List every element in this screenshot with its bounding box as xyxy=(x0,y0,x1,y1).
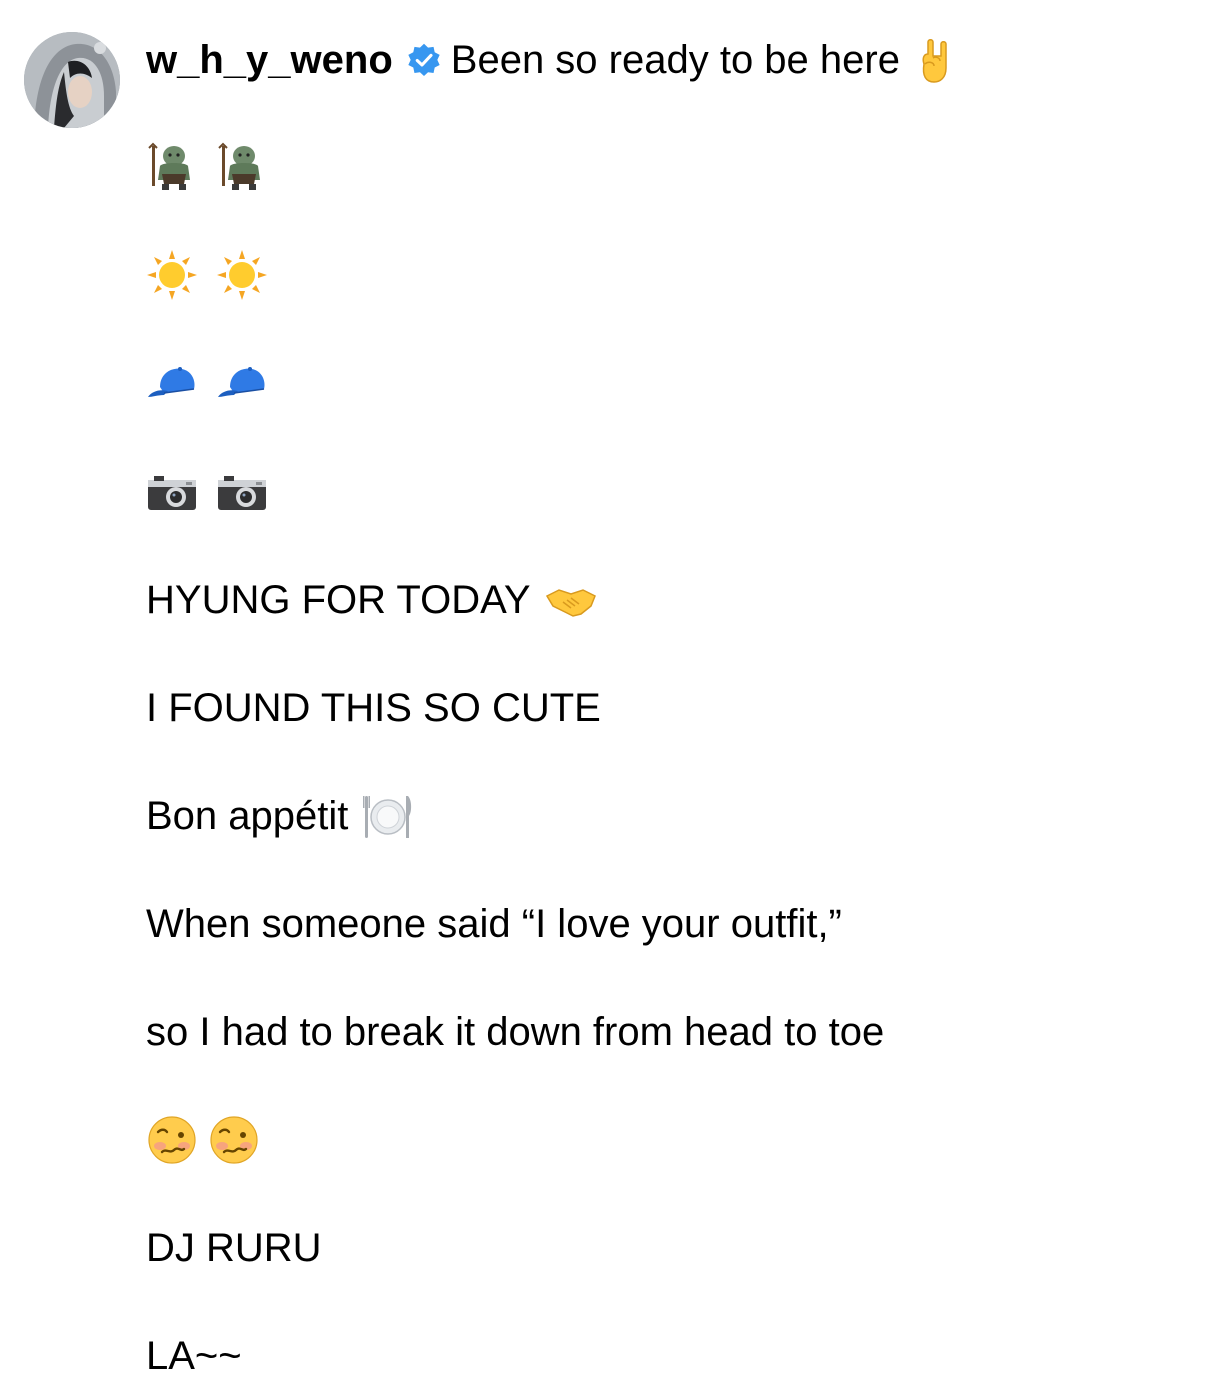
caption-text-when: When someone said “I love your outfit,” xyxy=(146,901,842,946)
woozy-emoji-line xyxy=(146,1110,278,1170)
camera-emoji-line xyxy=(146,462,286,522)
sun-emoji xyxy=(216,249,268,301)
avatar-photo xyxy=(24,32,120,128)
camera-emoji xyxy=(216,466,268,518)
troll-emoji xyxy=(146,140,198,192)
handshake-emoji xyxy=(545,574,597,626)
caption-line-hyung: HYUNG FOR TODAY xyxy=(146,570,597,630)
sign-of-the-horns-emoji xyxy=(910,34,962,86)
username-link[interactable]: w_h_y_weno xyxy=(146,38,393,83)
caption-text-hyung: HYUNG FOR TODAY xyxy=(146,577,531,622)
caption-text-so: so I had to break it down from head to t… xyxy=(146,1009,885,1054)
caption-first-text: Been so ready to be here xyxy=(450,37,900,82)
caption-text-dj: DJ RURU xyxy=(146,1225,322,1270)
caption-text-found: I FOUND THIS SO CUTE xyxy=(146,685,601,730)
woozy-face-emoji xyxy=(146,1114,198,1166)
caption-text-bon: Bon appétit xyxy=(146,793,349,838)
woozy-face-emoji xyxy=(208,1114,260,1166)
caption-first-line: w_h_y_weno Been so ready to be here xyxy=(146,30,962,90)
caption-text-la: LA~~ xyxy=(146,1333,242,1378)
caption-line-bon: Bon appétit xyxy=(146,786,414,846)
caption-line-when: When someone said “I love your outfit,” xyxy=(146,894,842,954)
billed-cap-emoji xyxy=(216,357,268,409)
caption-line-so: so I had to break it down from head to t… xyxy=(146,1002,884,1062)
fork-knife-plate-emoji xyxy=(362,790,414,842)
sun-emoji xyxy=(146,249,198,301)
sun-emoji-line xyxy=(146,245,286,305)
camera-emoji xyxy=(146,466,198,518)
verified-badge-icon xyxy=(406,42,442,78)
avatar[interactable] xyxy=(24,32,120,128)
billed-cap-emoji xyxy=(146,357,198,409)
cap-emoji-line xyxy=(146,353,286,413)
troll-emoji xyxy=(216,140,268,192)
caption-line-found: I FOUND THIS SO CUTE xyxy=(146,678,601,738)
caption-line-la: LA~~ xyxy=(146,1326,242,1386)
troll-emoji-line xyxy=(146,136,286,196)
caption-line-dj: DJ RURU xyxy=(146,1218,322,1278)
